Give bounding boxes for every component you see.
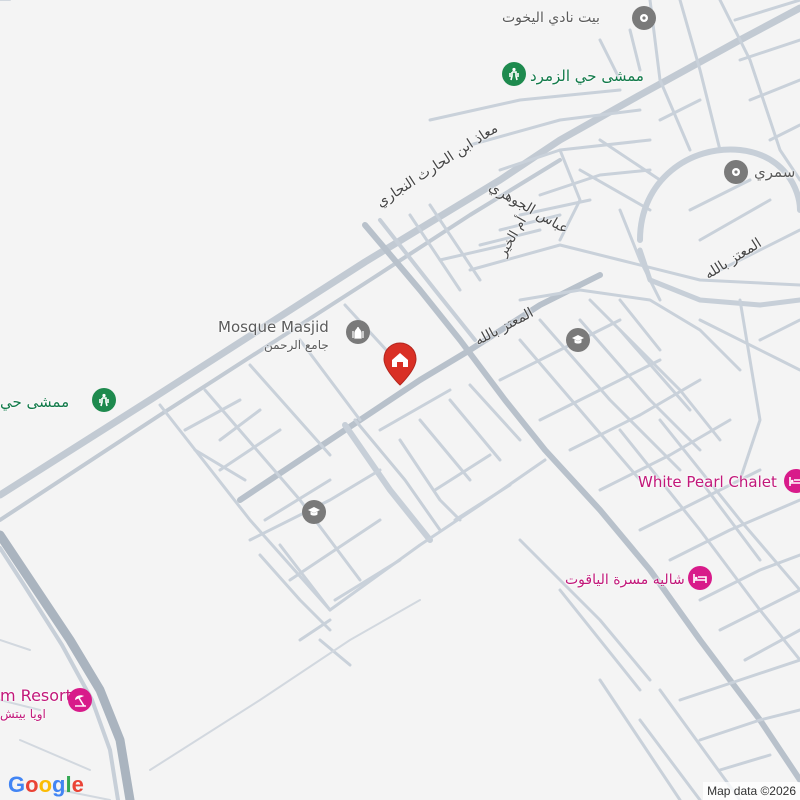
google-logo: Google (8, 772, 84, 798)
home-marker-icon[interactable] (383, 342, 417, 390)
map-attribution: Map data ©2026 (703, 782, 800, 800)
beach-umbrella-icon (68, 688, 92, 712)
road-network (0, 0, 800, 800)
logo-letter: g (52, 772, 66, 797)
school-icon[interactable] (566, 328, 590, 352)
poi-label: m Resort (0, 686, 72, 705)
school-icon[interactable] (302, 500, 326, 524)
poi-sublabel: جامع الرحمن (264, 338, 329, 352)
poi-label: Mosque Masjid (218, 318, 329, 336)
hiking-icon (502, 62, 526, 86)
logo-letter: e (71, 772, 84, 797)
poi-label: White Pearl Chalet (638, 473, 777, 491)
poi-label: ممشى حي الزمرد (530, 67, 644, 85)
poi-label: ممشى حي (0, 393, 70, 411)
logo-letter: G (8, 772, 26, 797)
logo-letter: o (25, 772, 39, 797)
logo-letter: o (38, 772, 53, 797)
place-icon (724, 160, 748, 184)
mosque-icon (346, 320, 370, 344)
map-view[interactable]: بيت نادي اليخوت ممشى حي الزمرد سمري Mosq… (0, 0, 800, 800)
poi-label: سمري (754, 163, 796, 181)
hiking-icon (92, 388, 116, 412)
poi-label: بيت نادي اليخوت (502, 10, 600, 26)
poi-label: شاليه مسرة الياقوت (565, 572, 685, 588)
hotel-icon (688, 566, 712, 590)
place-icon (632, 6, 656, 30)
poi-sublabel: اويا بيتش (0, 707, 46, 721)
